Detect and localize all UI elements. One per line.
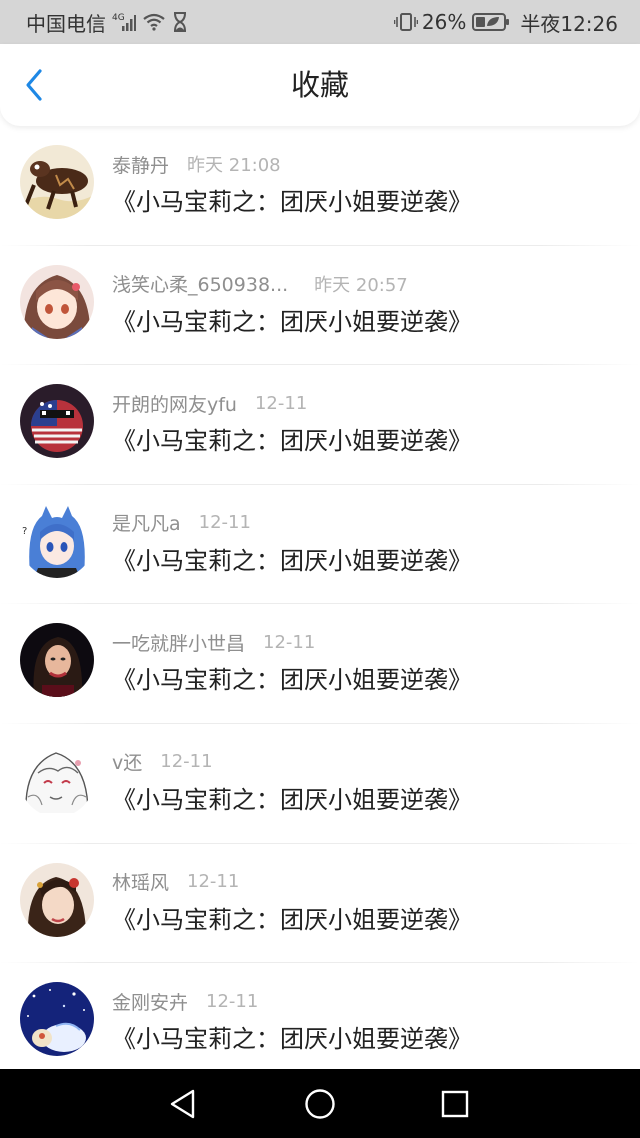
list-item[interactable]: 林瑶风 12-11 《小马宝莉之：团厌小姐要逆袭》 bbox=[0, 844, 640, 964]
item-title[interactable]: 《小马宝莉之：团厌小姐要逆袭》 bbox=[112, 660, 472, 695]
page-title: 收藏 bbox=[290, 68, 349, 102]
avatar bbox=[20, 145, 94, 219]
item-title[interactable]: 《小马宝莉之：团厌小姐要逆袭》 bbox=[112, 302, 472, 337]
status-left: 中国电信 4G bbox=[26, 9, 188, 36]
header: 收藏 bbox=[0, 44, 640, 126]
recents-square-icon bbox=[441, 1090, 469, 1118]
item-meta: 泰静丹 昨天 21:08 bbox=[112, 149, 281, 179]
avatar bbox=[20, 982, 94, 1057]
username[interactable]: 一吃就胖小世昌 bbox=[112, 629, 245, 656]
username[interactable]: 是凡凡a bbox=[112, 509, 181, 536]
vibrate-icon bbox=[393, 12, 418, 32]
favorites-list: 泰静丹 昨天 21:08 《小马宝莉之：团厌小姐要逆袭》 浅笑心柔_650938… bbox=[0, 126, 640, 1083]
chevron-left-icon bbox=[26, 69, 42, 101]
item-meta: 一吃就胖小世昌 12-11 bbox=[112, 627, 315, 657]
item-meta: 金刚安卉 12-11 bbox=[112, 986, 258, 1016]
list-item[interactable]: 泰静丹 昨天 21:08 《小马宝莉之：团厌小姐要逆袭》 bbox=[0, 126, 640, 246]
username[interactable]: 开朗的网友yfu bbox=[112, 390, 237, 417]
list-item[interactable]: v还 12-11 《小马宝莉之：团厌小姐要逆袭》 bbox=[0, 724, 640, 844]
timestamp: 12-11 bbox=[206, 990, 259, 1012]
timestamp: 12-11 bbox=[263, 631, 316, 653]
system-nav-bar bbox=[0, 1069, 640, 1138]
back-triangle-icon bbox=[170, 1089, 195, 1119]
item-title[interactable]: 《小马宝莉之：团厌小姐要逆袭》 bbox=[112, 182, 472, 217]
username[interactable]: 泰静丹 bbox=[112, 151, 169, 178]
avatar bbox=[20, 862, 94, 937]
nav-recents-button[interactable] bbox=[434, 1083, 476, 1125]
list-item[interactable]: 浅笑心柔_650938... 昨天 20:57 《小马宝莉之：团厌小姐要逆袭》 bbox=[0, 246, 640, 366]
item-meta: 开朗的网友yfu 12-11 bbox=[112, 388, 307, 418]
item-title[interactable]: 《小马宝莉之：团厌小姐要逆袭》 bbox=[112, 1019, 472, 1054]
home-circle-icon bbox=[305, 1089, 335, 1119]
username[interactable]: 林瑶风 bbox=[112, 868, 169, 895]
username[interactable]: 浅笑心柔_650938... bbox=[112, 270, 288, 297]
battery-percent: 26% bbox=[421, 10, 467, 34]
timestamp: 12-11 bbox=[160, 751, 213, 773]
timestamp: 12-11 bbox=[254, 392, 308, 414]
signal-icon: 4G bbox=[112, 12, 136, 32]
battery-icon bbox=[472, 12, 510, 32]
status-bar: 中国电信 4G 26% 半夜12:26 bbox=[0, 0, 640, 44]
avatar: ? bbox=[20, 503, 94, 578]
item-title[interactable]: 《小马宝莉之：团厌小姐要逆袭》 bbox=[112, 541, 472, 576]
timestamp: 12-11 bbox=[198, 512, 251, 534]
avatar bbox=[20, 264, 94, 339]
item-title[interactable]: 《小马宝莉之：团厌小姐要逆袭》 bbox=[112, 780, 472, 815]
list-item[interactable]: 开朗的网友yfu 12-11 《小马宝莉之：团厌小姐要逆袭》 bbox=[0, 365, 640, 485]
list-item[interactable]: ? 是凡凡a 12-11 《小马宝莉之：团厌小姐要逆袭》 bbox=[0, 485, 640, 605]
timestamp: 12-11 bbox=[187, 871, 240, 893]
back-button[interactable] bbox=[14, 65, 54, 105]
avatar bbox=[20, 742, 94, 817]
item-meta: 林瑶风 12-11 bbox=[112, 867, 239, 897]
item-meta: v还 12-11 bbox=[112, 747, 213, 777]
username[interactable]: 金刚安卉 bbox=[112, 988, 188, 1015]
list-item[interactable]: 金刚安卉 12-11 《小马宝莉之：团厌小姐要逆袭》 bbox=[0, 963, 640, 1083]
hourglass-icon bbox=[172, 12, 188, 32]
username[interactable]: v还 bbox=[112, 748, 142, 775]
item-title[interactable]: 《小马宝莉之：团厌小姐要逆袭》 bbox=[112, 421, 472, 456]
timestamp: 昨天 20:57 bbox=[314, 274, 408, 296]
nav-back-button[interactable] bbox=[162, 1083, 204, 1125]
wifi-icon bbox=[142, 12, 166, 32]
nav-home-button[interactable] bbox=[299, 1083, 341, 1125]
list-item[interactable]: 一吃就胖小世昌 12-11 《小马宝莉之：团厌小姐要逆袭》 bbox=[0, 604, 640, 724]
avatar bbox=[20, 623, 94, 698]
item-meta: 是凡凡a 12-11 bbox=[112, 508, 251, 538]
svg-text:?: ? bbox=[22, 526, 27, 537]
item-meta: 浅笑心柔_650938... 昨天 20:57 bbox=[112, 269, 408, 299]
status-right: 26% 半夜12:26 bbox=[393, 9, 618, 36]
avatar bbox=[20, 384, 94, 459]
clock: 半夜12:26 bbox=[520, 11, 618, 36]
item-title[interactable]: 《小马宝莉之：团厌小姐要逆袭》 bbox=[112, 900, 472, 935]
timestamp: 昨天 21:08 bbox=[187, 155, 281, 176]
carrier-label: 中国电信 bbox=[26, 11, 106, 36]
svg-text:4G: 4G bbox=[112, 13, 125, 23]
